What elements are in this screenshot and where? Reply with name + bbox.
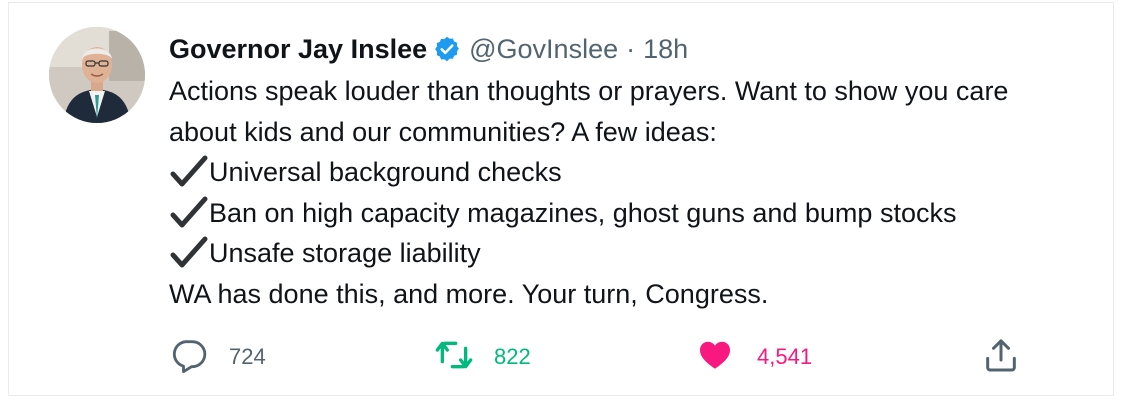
- retweet-button[interactable]: 822: [434, 335, 531, 379]
- retweet-icon: [434, 335, 474, 380]
- reply-count: 724: [229, 344, 266, 369]
- tweet-line-text: Ban on high capacity magazines, ghost gu…: [209, 197, 957, 228]
- share-button[interactable]: [981, 335, 1021, 379]
- author-name[interactable]: Governor Jay Inslee: [169, 34, 427, 65]
- like-button[interactable]: 4,541: [697, 335, 812, 379]
- tweet-line-text: WA has done this, and more. Your turn, C…: [169, 278, 769, 309]
- retweet-count: 822: [494, 344, 531, 369]
- heart-icon: [697, 337, 733, 378]
- header-separator: ·: [626, 33, 636, 64]
- verified-badge-icon: [433, 35, 461, 63]
- like-count: 4,541: [757, 344, 813, 369]
- tweet-line: about kids and our communities? A few id…: [169, 112, 1109, 153]
- author-handle[interactable]: @GovInslee: [469, 34, 618, 65]
- tweet-line: Actions speak louder than thoughts or pr…: [169, 71, 1109, 112]
- avatar-image: [49, 27, 145, 123]
- tweet-header: Governor Jay Inslee @GovInslee · 18h: [169, 31, 688, 67]
- tweet-list-item: Ban on high capacity magazines, ghost gu…: [169, 193, 1109, 234]
- tweet-list-item: Universal background checks: [169, 152, 1109, 193]
- share-icon: [981, 335, 1021, 380]
- tweet-list-item: Unsafe storage liability: [169, 233, 1109, 274]
- tweet-line-text: about kids and our communities? A few id…: [169, 116, 717, 147]
- check-mark-icon: [169, 195, 209, 231]
- reply-button[interactable]: 724: [169, 335, 266, 379]
- reply-icon: [169, 335, 209, 380]
- check-mark-icon: [169, 235, 209, 271]
- tweet-line-text: Universal background checks: [209, 157, 562, 187]
- tweet-text: Actions speak louder than thoughts or pr…: [169, 71, 1109, 314]
- tweet-actions: 724 822 4,541: [169, 335, 1049, 379]
- check-mark-icon: [169, 154, 209, 190]
- avatar[interactable]: [49, 27, 145, 123]
- tweet-line-text: Actions speak louder than thoughts or pr…: [169, 76, 1009, 106]
- tweet-line-text: Unsafe storage liability: [209, 238, 481, 268]
- tweet-timestamp[interactable]: 18h: [643, 34, 688, 65]
- tweet-line: WA has done this, and more. Your turn, C…: [169, 274, 1109, 315]
- tweet-card[interactable]: Governor Jay Inslee @GovInslee · 18h Act…: [8, 2, 1114, 396]
